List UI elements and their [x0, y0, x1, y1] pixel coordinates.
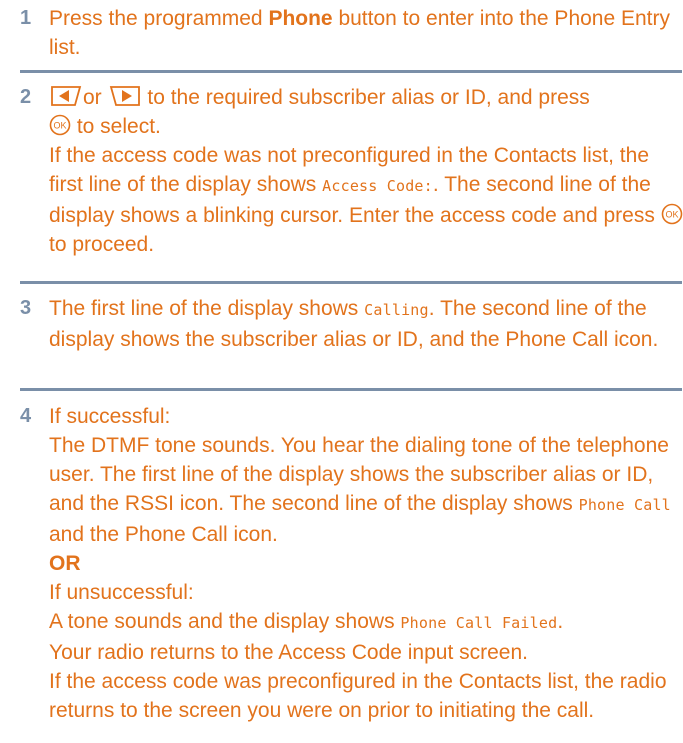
right-arrow-key-icon: [108, 85, 142, 107]
step-number-2: 2: [20, 86, 32, 108]
step-text-2: or to the required subscriber alias or I…: [49, 83, 683, 259]
step-text-3: The first line of the display shows Call…: [49, 297, 659, 351]
step-number-4: 4: [20, 405, 32, 427]
divider: [20, 281, 682, 284]
display-text-access-code: Access Code:: [322, 177, 433, 195]
ok-button-icon: OK: [49, 114, 71, 136]
step-number-1: 1: [20, 7, 32, 29]
step-text-1: Press the programmed Phone button to ent…: [49, 7, 671, 59]
display-text-phone-call: Phone Call: [578, 496, 671, 514]
step-text-4: If successful: The DTMF tone sounds. You…: [49, 405, 671, 722]
divider: [20, 70, 682, 73]
svg-text:OK: OK: [53, 121, 66, 131]
ok-button-icon: OK: [661, 203, 683, 225]
or-label: OR: [49, 552, 81, 575]
display-text-calling: Calling: [364, 301, 429, 319]
display-text-phone-call-failed: Phone Call Failed: [400, 614, 558, 632]
step-number-3: 3: [20, 297, 32, 319]
phone-button-label: Phone: [268, 7, 333, 30]
divider: [20, 388, 682, 391]
svg-text:OK: OK: [665, 210, 678, 220]
left-arrow-key-icon: [49, 85, 83, 107]
